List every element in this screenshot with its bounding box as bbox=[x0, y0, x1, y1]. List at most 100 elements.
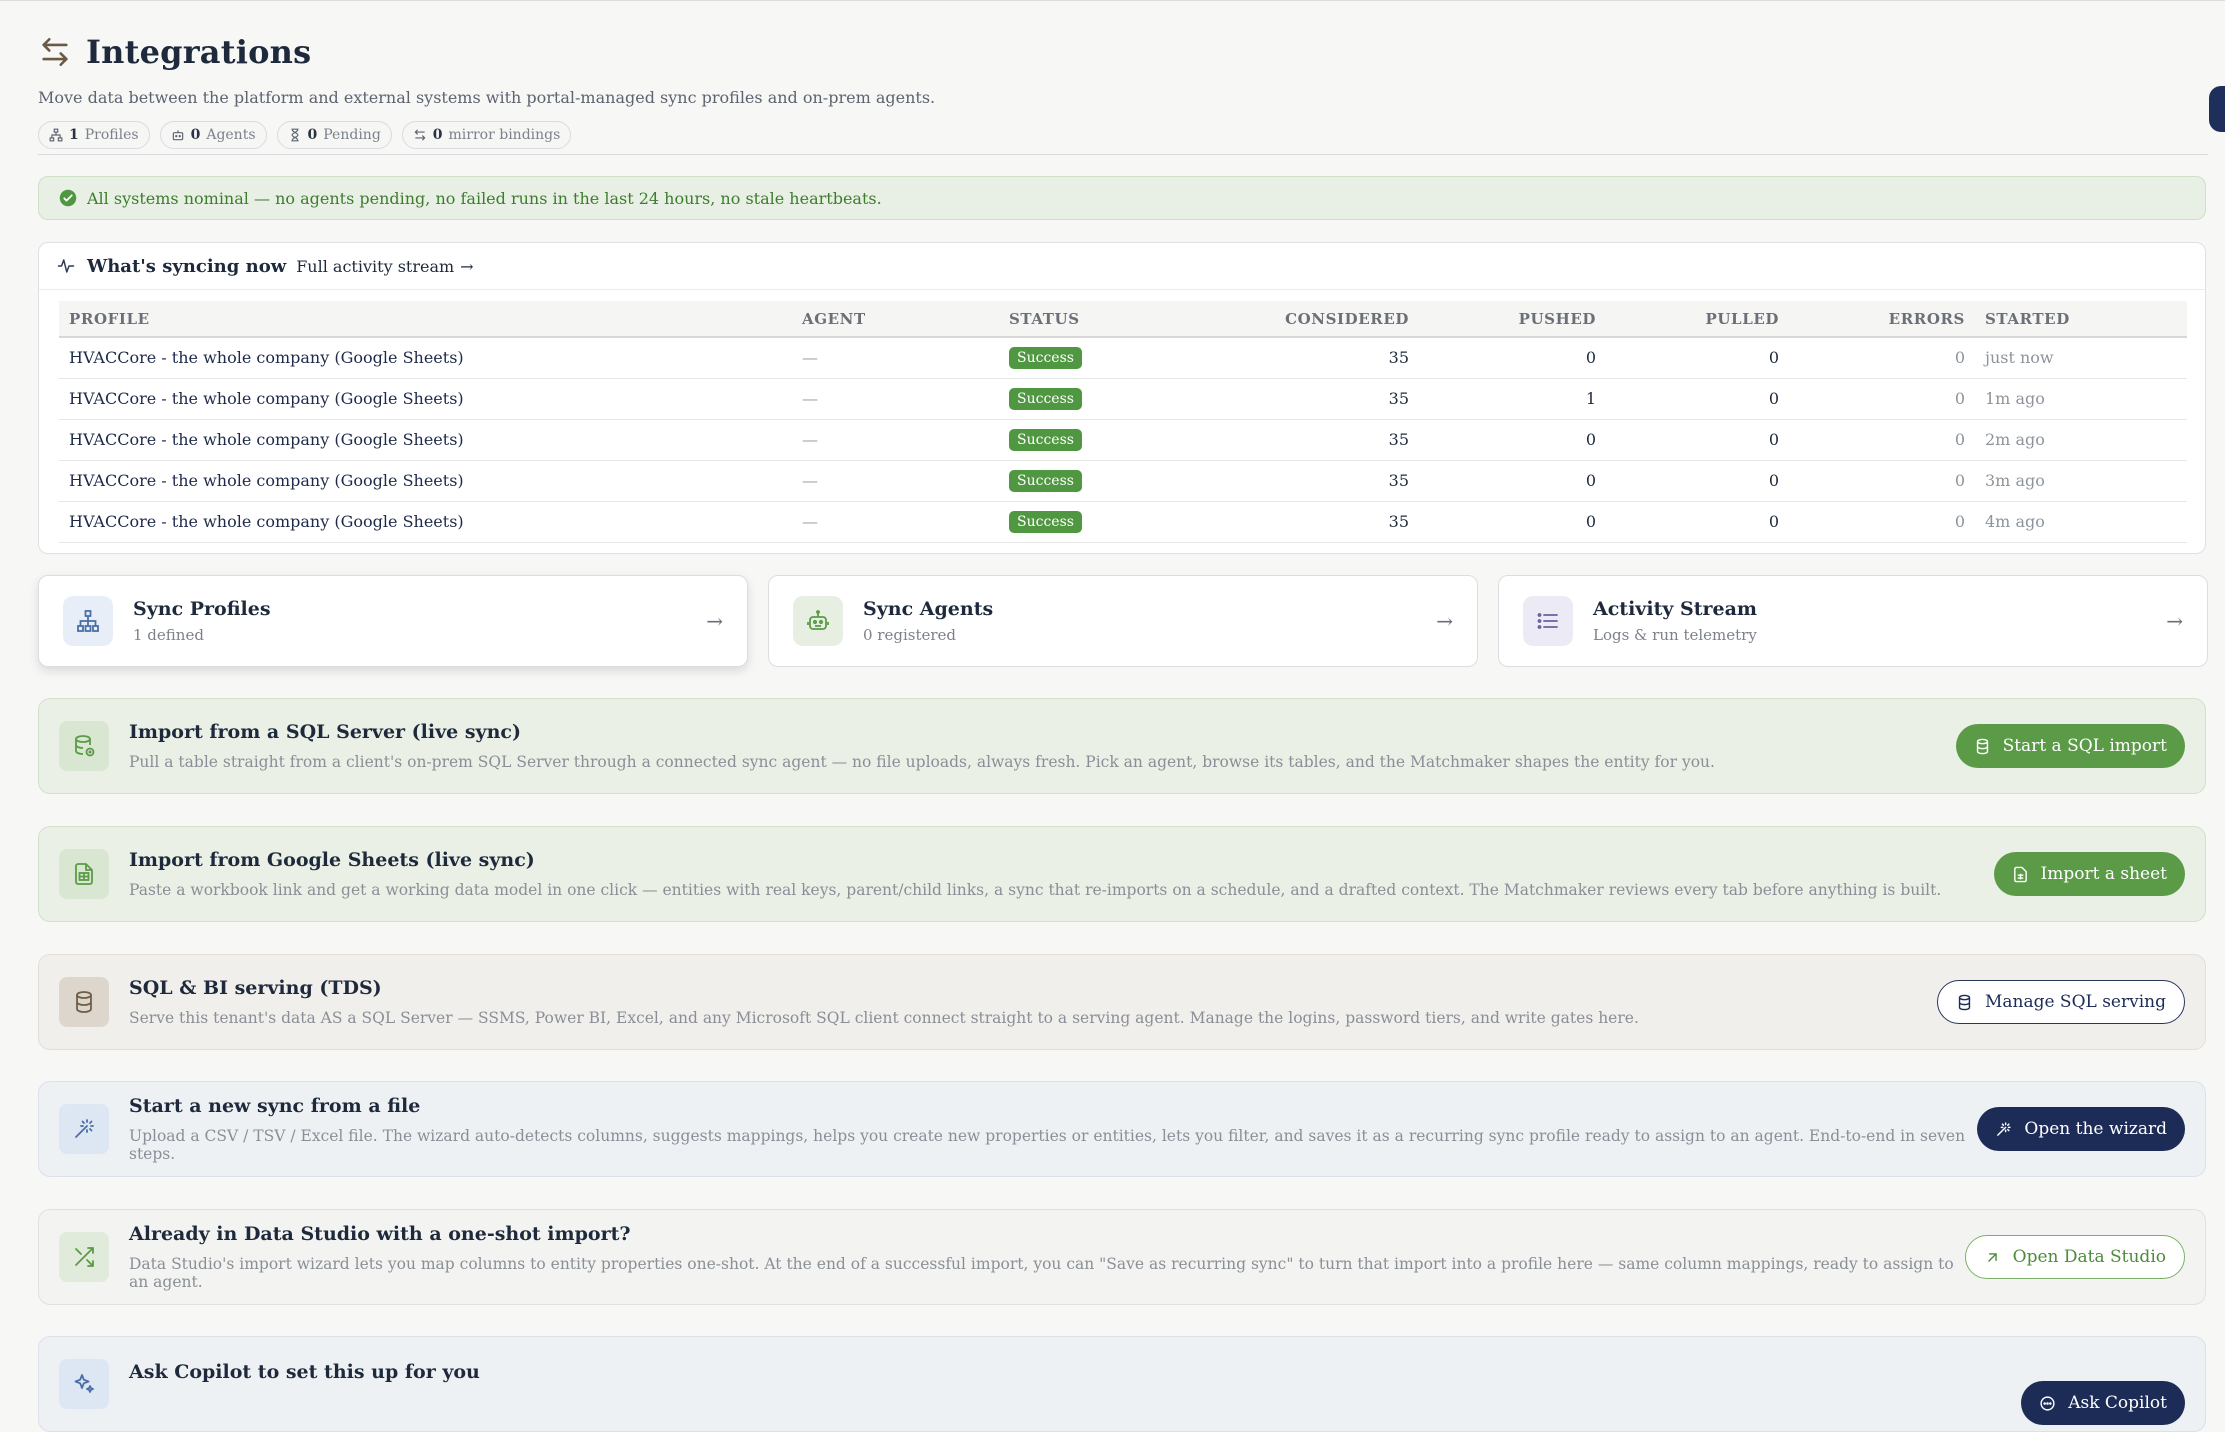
action-title: SQL & BI serving (TDS) bbox=[129, 977, 382, 999]
column-header[interactable]: STARTED bbox=[1975, 301, 2187, 337]
profile-cell[interactable]: HVACCore - the whole company (Google She… bbox=[59, 501, 792, 542]
chip-label: Profiles bbox=[84, 127, 139, 143]
button-label: Open Data Studio bbox=[2012, 1247, 2166, 1267]
agent-cell: — bbox=[802, 430, 818, 449]
activity-stream-card[interactable]: Activity Stream Logs & run telemetry → bbox=[1498, 575, 2208, 667]
open-data-studio-button[interactable]: Open Data Studio bbox=[1964, 1235, 2185, 1279]
agent-cell: — bbox=[802, 471, 818, 490]
status-cell: Success bbox=[999, 501, 1139, 542]
column-header[interactable]: PROFILE bbox=[59, 301, 792, 337]
started-cell: 3m ago bbox=[1985, 471, 2045, 490]
column-header[interactable]: PULLED bbox=[1606, 301, 1789, 337]
table-row[interactable]: HVACCore - the whole company (Google She… bbox=[59, 501, 2187, 542]
activity-card: What's syncing now Full activity stream … bbox=[38, 242, 2206, 554]
chip-count: 1 bbox=[69, 127, 79, 143]
pulled-cell: 0 bbox=[1768, 430, 1779, 449]
status-badge: Success bbox=[1009, 428, 1082, 451]
agents-chip[interactable]: 0 Agents bbox=[159, 121, 267, 149]
import-sheet-button[interactable]: Import a sheet bbox=[1993, 852, 2185, 896]
hierarchy-icon bbox=[49, 128, 63, 142]
column-header[interactable]: AGENT bbox=[792, 301, 999, 337]
spreadsheet-icon bbox=[2013, 866, 2027, 882]
table-row[interactable]: HVACCore - the whole company (Google She… bbox=[59, 460, 2187, 501]
magic-wand-icon bbox=[1997, 1121, 2012, 1136]
considered-cell: 35 bbox=[1388, 389, 1409, 408]
considered-cell: 35 bbox=[1388, 471, 1409, 490]
column-header[interactable]: ERRORS bbox=[1789, 301, 1975, 337]
arrow-right-icon: → bbox=[1436, 609, 1453, 633]
considered-cell: 35 bbox=[1388, 348, 1409, 368]
sync-agents-card[interactable]: Sync Agents 0 registered → bbox=[768, 575, 1478, 667]
action-icon-box bbox=[59, 721, 109, 771]
sql-bi-serving-card: SQL & BI serving (TDS) Serve this tenant… bbox=[38, 954, 2206, 1050]
column-header[interactable]: STATUS bbox=[999, 301, 1139, 337]
status-cell: Success bbox=[999, 460, 1139, 501]
pulled-cell: 0 bbox=[1768, 348, 1779, 368]
hourglass-icon bbox=[291, 128, 299, 142]
pushed-cell: 0 bbox=[1585, 512, 1596, 531]
mirror-bindings-chip[interactable]: 0 mirror bindings bbox=[401, 121, 572, 149]
google-sheets-import-card: Import from Google Sheets (live sync) Pa… bbox=[38, 826, 2206, 922]
column-header[interactable]: CONSIDERED bbox=[1139, 301, 1419, 337]
swap-arrows-icon bbox=[42, 37, 68, 67]
manage-sql-serving-button[interactable]: Manage SQL serving bbox=[1936, 980, 2185, 1024]
nav-icon-box bbox=[63, 596, 113, 646]
agent-cell: — bbox=[802, 389, 818, 408]
status-badge: Success bbox=[1009, 469, 1082, 492]
status-banner-text: All systems nominal — no agents pending,… bbox=[87, 188, 882, 208]
pulled-cell: 0 bbox=[1768, 471, 1779, 490]
nav-card-subtitle: Logs & run telemetry bbox=[1593, 626, 1757, 644]
profiles-chip[interactable]: 1 Profiles bbox=[38, 121, 150, 149]
status-cell: Success bbox=[999, 378, 1139, 419]
action-title: Import from a SQL Server (live sync) bbox=[129, 721, 521, 743]
profile-cell[interactable]: HVACCore - the whole company (Google She… bbox=[59, 419, 792, 460]
action-description: Pull a table straight from a client's on… bbox=[129, 753, 1715, 771]
table-row[interactable]: HVACCore - the whole company (Google She… bbox=[59, 419, 2187, 460]
chip-count: 0 bbox=[307, 127, 318, 143]
nav-card-subtitle: 0 registered bbox=[863, 626, 957, 644]
ask-copilot-button[interactable]: Ask Copilot bbox=[2021, 1381, 2185, 1425]
pushed-cell: 0 bbox=[1585, 430, 1596, 449]
start-sql-import-button[interactable]: Start a SQL import bbox=[1955, 724, 2185, 768]
chip-count: 0 bbox=[190, 127, 201, 143]
nav-icon-box bbox=[1523, 596, 1573, 646]
full-activity-stream-link[interactable]: Full activity stream → bbox=[296, 257, 473, 276]
side-panel-tab[interactable] bbox=[2209, 86, 2225, 132]
sync-profiles-card[interactable]: Sync Profiles 1 defined → bbox=[38, 575, 748, 667]
swap-icon bbox=[414, 129, 426, 141]
profile-cell[interactable]: HVACCore - the whole company (Google She… bbox=[59, 337, 792, 378]
activity-title: What's syncing now bbox=[87, 255, 287, 277]
pushed-cell: 0 bbox=[1585, 348, 1596, 368]
pending-chip[interactable]: 0 Pending bbox=[276, 121, 392, 149]
sparkles-icon bbox=[74, 1374, 94, 1393]
action-description: Serve this tenant's data AS a SQL Server… bbox=[129, 1009, 1639, 1027]
sql-import-card: Import from a SQL Server (live sync) Pul… bbox=[38, 698, 2206, 794]
action-description: Data Studio's import wizard lets you map… bbox=[129, 1255, 1954, 1291]
profile-cell[interactable]: HVACCore - the whole company (Google She… bbox=[59, 378, 792, 419]
started-cell: 4m ago bbox=[1985, 512, 2045, 531]
shuffle-icon bbox=[75, 1247, 94, 1267]
table-row[interactable]: HVACCore - the whole company (Google She… bbox=[59, 378, 2187, 419]
agent-cell: — bbox=[802, 348, 818, 368]
database-icon bbox=[1976, 738, 1988, 754]
nav-card-title: Sync Agents bbox=[863, 598, 994, 620]
chip-label: Agents bbox=[206, 127, 256, 143]
errors-cell: 0 bbox=[1954, 430, 1965, 449]
database-icon bbox=[1958, 994, 1971, 1010]
nav-icon-box bbox=[793, 596, 843, 646]
table-row[interactable]: HVACCore - the whole company (Google She… bbox=[59, 337, 2187, 378]
errors-cell: 0 bbox=[1954, 471, 1965, 490]
check-circle-icon bbox=[59, 189, 77, 207]
database-icon bbox=[76, 991, 92, 1013]
file-sync-card: Start a new sync from a file Upload a CS… bbox=[38, 1081, 2206, 1177]
action-icon-box bbox=[59, 1104, 109, 1154]
status-banner: All systems nominal — no agents pending,… bbox=[38, 176, 2206, 220]
considered-cell: 35 bbox=[1388, 430, 1409, 449]
pulled-cell: 0 bbox=[1768, 389, 1779, 408]
button-label: Manage SQL serving bbox=[1984, 992, 2166, 1012]
profile-cell[interactable]: HVACCore - the whole company (Google She… bbox=[59, 460, 792, 501]
status-cell: Success bbox=[999, 419, 1139, 460]
status-badge: Success bbox=[1009, 387, 1082, 410]
open-wizard-button[interactable]: Open the wizard bbox=[1977, 1107, 2185, 1151]
column-header[interactable]: PUSHED bbox=[1419, 301, 1606, 337]
